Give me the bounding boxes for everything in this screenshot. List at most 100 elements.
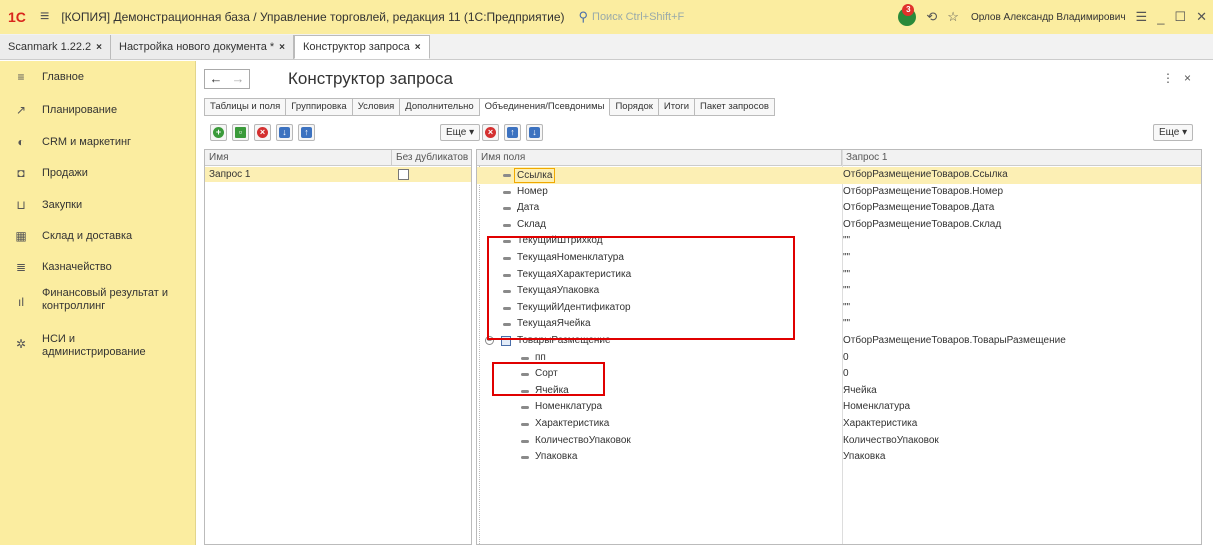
field-icon — [521, 456, 529, 460]
column-header-no-duplicates: Без дубликатов — [392, 150, 471, 166]
sidebar-item-planning[interactable]: ↗ Планирование — [0, 102, 196, 118]
field-down-button[interactable]: ↓ — [526, 124, 543, 141]
field-name: Дата — [517, 202, 540, 214]
delete-icon: × — [485, 127, 496, 138]
field-expression: ОтборРазмещениеТоваров.Номер — [843, 185, 1004, 197]
field-expression: 0 — [843, 368, 849, 380]
tab-label: Scanmark 1.22.2 — [8, 41, 92, 53]
field-expression: "" — [843, 268, 851, 280]
table-row[interactable]: Запрос 1 — [205, 167, 471, 182]
maximize-icon[interactable]: ☐ — [1174, 9, 1186, 25]
table-row[interactable]: Склад ОтборРазмещениеТоваров.Склад — [477, 217, 1201, 234]
more-button-right[interactable]: Еще ▾ — [1153, 124, 1194, 141]
sidebar-item-financial[interactable]: ıl Финансовый результат и контроллинг — [0, 286, 196, 314]
sidebar-label-line2: администрирование — [42, 346, 146, 358]
sidebar-item-label: Склад и доставка — [42, 229, 133, 242]
close-form-icon[interactable]: × — [1184, 71, 1201, 85]
field-expression: ОтборРазмещениеТоваров.ТоварыРазмещение — [843, 335, 1066, 346]
open-windows-tabs: Scanmark 1.22.2 × Настройка нового докуме… — [0, 34, 1213, 60]
close-tab-icon[interactable]: × — [279, 42, 285, 53]
bar-chart-icon: ıl — [18, 295, 24, 309]
tab-conditions[interactable]: Условия — [352, 98, 401, 116]
arrow-up-icon: ↑ — [507, 127, 518, 138]
sidebar-label-line2: контроллинг — [42, 300, 106, 312]
no-duplicates-checkbox[interactable] — [398, 169, 409, 180]
tab-query-batch[interactable]: Пакет запросов — [695, 98, 775, 116]
main-menu-icon[interactable]: ≡ — [40, 8, 49, 26]
arrow-down-icon: ↓ — [529, 127, 540, 138]
back-arrow-icon[interactable]: ← — [205, 70, 227, 88]
tab-new-document-settings[interactable]: Настройка нового документа * × — [111, 35, 294, 59]
sidebar-item-label: Финансовый результат и контроллинг — [42, 287, 168, 313]
settings-menu-icon[interactable]: ☰ — [1136, 9, 1148, 25]
page-title: Конструктор запроса — [288, 69, 453, 88]
field-icon — [503, 207, 511, 211]
field-expression: ОтборРазмещениеТоваров.Ссылка — [843, 169, 1008, 180]
sidebar-item-treasury[interactable]: ≣ Казначейство — [0, 259, 196, 275]
table-row[interactable]: Дата ОтборРазмещениеТоваров.Дата — [477, 200, 1201, 217]
table-row[interactable]: Характеристика Характеристика — [477, 416, 1201, 433]
sidebar-item-warehouse[interactable]: ▦ Склад и доставка — [0, 228, 196, 244]
tab-query-builder[interactable]: Конструктор запроса × — [294, 35, 430, 59]
move-down-button[interactable]: ↓ — [276, 124, 293, 141]
fields-table: Имя поля Запрос 1 Ссылка ОтборРазмещениеТ… — [476, 149, 1202, 545]
delete-field-button[interactable]: × — [482, 124, 499, 141]
field-expression: "" — [843, 301, 851, 313]
nav-buttons: ← → — [204, 69, 250, 89]
notification-badge: 3 — [902, 4, 915, 16]
tab-tables-fields[interactable]: Таблицы и поля — [204, 98, 287, 116]
column-header-query1: Запрос 1 — [842, 150, 1201, 166]
field-name: КоличествоУпаковок — [535, 434, 631, 446]
table-row[interactable]: Ссылка ОтборРазмещениеТоваров.Ссылка — [477, 167, 1201, 184]
copy-query-button[interactable]: ▫ — [232, 124, 249, 141]
sidebar-item-label: Главное — [42, 70, 85, 83]
more-button-left[interactable]: Еще ▾ — [440, 124, 481, 141]
field-name: Номенклатура — [535, 401, 603, 413]
sidebar-item-admin[interactable]: ✲ НСИ и администрирование — [0, 332, 196, 360]
delete-icon: × — [257, 127, 268, 138]
sidebar: ≡ Главное ↗ Планирование ◐ CRM и маркетинг … — [0, 61, 196, 545]
tab-totals[interactable]: Итоги — [658, 98, 696, 116]
sidebar-item-label: CRM и маркетинг — [42, 135, 132, 148]
user-name[interactable]: Орлов Александр Владимирович — [971, 12, 1126, 23]
sidebar-item-purchases[interactable]: ⊔ Закупки — [0, 197, 196, 213]
field-icon — [521, 439, 529, 443]
move-up-button[interactable]: ↑ — [298, 124, 315, 141]
highlight-box-current-fields — [487, 236, 795, 340]
tab-additional[interactable]: Дополнительно — [400, 98, 480, 116]
tab-label: Настройка нового документа * — [119, 41, 275, 53]
table-row[interactable]: КоличествоУпаковок КоличествоУпаковок — [477, 433, 1201, 450]
tab-grouping[interactable]: Группировка — [286, 98, 353, 116]
delete-query-button[interactable]: × — [254, 124, 271, 141]
field-expression: Ячейка — [843, 384, 877, 396]
app-title: [КОПИЯ] Демонстрационная база / Управлен… — [61, 10, 565, 24]
tab-scanmark[interactable]: Scanmark 1.22.2 × — [0, 35, 111, 59]
sidebar-label-line1: Финансовый результат и — [42, 287, 168, 299]
table-row[interactable]: Упаковка Упаковка — [477, 449, 1201, 466]
close-tab-icon[interactable]: × — [96, 42, 102, 53]
search-box[interactable]: ⚲ Поиск Ctrl+Shift+F — [579, 7, 779, 27]
sidebar-item-main[interactable]: ≡ Главное — [0, 69, 196, 85]
arrow-up-icon: ↑ — [301, 127, 312, 138]
close-window-icon[interactable]: ✕ — [1196, 9, 1207, 25]
warehouse-icon: ▦ — [15, 229, 27, 243]
notifications-icon[interactable]: 3 — [898, 4, 917, 26]
table-row[interactable]: Номер ОтборРазмещениеТоваров.Номер — [477, 184, 1201, 201]
more-actions-icon[interactable]: ⋮ — [1162, 71, 1184, 85]
favorites-star-icon[interactable]: ☆ — [947, 9, 959, 25]
minimize-icon[interactable]: _ — [1157, 10, 1164, 25]
sidebar-item-crm[interactable]: ◐ CRM и маркетинг — [0, 134, 196, 150]
field-icon — [503, 174, 511, 177]
sidebar-item-sales[interactable]: ◘ Продажи — [0, 165, 196, 181]
tab-unions-aliases[interactable]: Объединения/Псевдонимы — [479, 98, 611, 116]
cart-icon: ⊔ — [16, 198, 26, 212]
forward-arrow-icon[interactable]: → — [227, 70, 249, 88]
add-query-button[interactable]: + — [210, 124, 227, 141]
table-row[interactable]: Номенклатура Номенклатура — [477, 399, 1201, 416]
sidebar-item-label: Закупки — [42, 198, 83, 211]
field-expression: "" — [843, 235, 851, 247]
history-icon[interactable]: ⟲ — [926, 9, 937, 25]
field-up-button[interactable]: ↑ — [504, 124, 521, 141]
tab-order[interactable]: Порядок — [610, 98, 659, 116]
close-tab-icon[interactable]: × — [415, 42, 421, 53]
